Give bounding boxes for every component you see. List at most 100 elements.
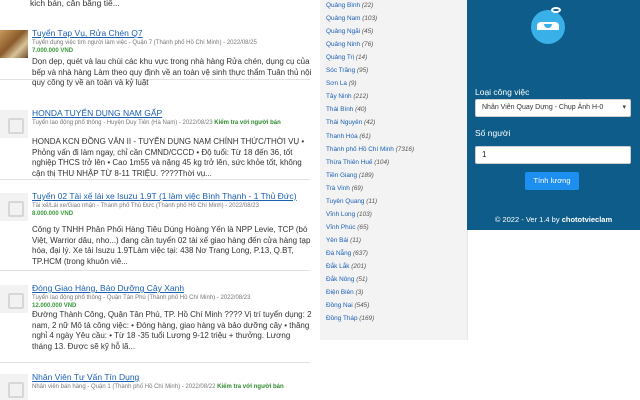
province-count: (637) — [353, 249, 368, 257]
job-type-label: Loại công việc — [475, 87, 530, 97]
province-link[interactable]: Quảng Ninh (76) — [326, 41, 464, 49]
calculate-salary-button[interactable]: Tính lương — [525, 172, 579, 190]
province-link[interactable]: Sơn La (9) — [326, 80, 464, 88]
province-count: (61) — [359, 132, 371, 140]
province-link[interactable]: Quảng Nam (103) — [326, 15, 464, 23]
province-link[interactable]: Trà Vinh (69) — [326, 185, 464, 193]
province-name: Sơn La — [326, 80, 347, 88]
province-link[interactable]: Thành phố Hồ Chí Minh (7316) — [326, 146, 464, 154]
image-placeholder-icon[interactable] — [0, 193, 28, 221]
province-count: (76) — [361, 41, 374, 49]
job-meta: Tuyển lao động phổ thông - Quận Tân Phú … — [32, 295, 251, 301]
province-count: (11) — [350, 236, 362, 244]
province-link[interactable]: Thanh Hóa (61) — [326, 133, 464, 141]
job-item: HONDA TUYỂN DỤNG NAM GẤP Tuyển lao động … — [0, 108, 310, 180]
province-link[interactable]: Điện Biên (3) — [326, 289, 464, 297]
job-item: Đóng Giao Hàng, Bảo Dưỡng Cây Xanh Tuyển… — [0, 283, 312, 363]
job-type-select[interactable]: Nhân Viên Quay Dựng - Chụp Ảnh H-0 ▾ — [475, 99, 631, 117]
province-count: (545) — [354, 302, 370, 310]
footer-brand: chototvieclam — [561, 215, 613, 224]
seller-check-tag: Kiểm tra với người bán — [217, 384, 284, 390]
province-link[interactable]: Đà Nẵng (637) — [326, 250, 464, 258]
province-name: Tuyên Quang — [326, 197, 365, 205]
job-item: Nhân Viên Tư Vấn Tín Dụng Nhân viên bán … — [0, 372, 310, 400]
province-link[interactable]: Đồng Tháp (169) — [326, 315, 464, 323]
job-salary: 8.000.000 VND — [32, 211, 74, 217]
province-name: Tiền Giang — [326, 171, 358, 179]
province-name: Trà Vinh — [326, 184, 350, 192]
seller-check-tag: Kiểm tra với người bán — [214, 120, 281, 126]
province-link[interactable]: Thái Nguyên (42) — [326, 119, 464, 127]
province-name: Đắk Nông — [326, 276, 355, 284]
job-salary: 12.000.000 VND — [32, 303, 77, 309]
province-count: (42) — [364, 119, 376, 127]
province-count: (65) — [357, 223, 369, 231]
job-meta: Tài xế/Lái xe/Giao nhận - Thành phố Thủ … — [32, 203, 259, 209]
province-count: (95) — [356, 67, 369, 75]
job-thumbnail[interactable] — [0, 30, 28, 58]
province-link[interactable]: Tiền Giang (189) — [326, 172, 464, 180]
truncated-text: kich bán, cân bằng tiế... — [30, 0, 120, 8]
province-link[interactable]: Yên Bái (11) — [326, 237, 464, 245]
job-title-link[interactable]: Nhân Viên Tư Vấn Tín Dụng — [32, 372, 139, 382]
chevron-down-icon: ▾ — [622, 104, 626, 111]
province-name: Thành phố Hồ Chí Minh — [326, 145, 394, 153]
province-link[interactable]: Vĩnh Long (103) — [326, 211, 464, 219]
province-link[interactable]: Đắk Nông (51) — [326, 276, 464, 284]
province-name: Thanh Hóa — [326, 132, 358, 140]
province-count: (22) — [361, 2, 374, 9]
province-count: (212) — [353, 93, 369, 101]
province-name: Đồng Tháp — [326, 315, 358, 323]
province-name: Vĩnh Phúc — [326, 223, 356, 231]
job-meta: Tuyển dụng việc tìm người làm việc - Quậ… — [32, 40, 257, 46]
province-count: (14) — [355, 54, 368, 62]
job-meta: Nhân viên bán hàng - Quận 1 (Thành phố H… — [32, 384, 284, 390]
province-link[interactable]: Tuyên Quang (11) — [326, 198, 464, 206]
province-count: (7316) — [395, 145, 415, 153]
province-count: (9) — [348, 80, 357, 88]
province-count: (69) — [351, 184, 363, 192]
province-link[interactable]: Tây Ninh (212) — [326, 93, 464, 101]
province-name: Quảng Trị — [326, 54, 355, 62]
province-link[interactable]: Quảng Bình (22) — [326, 2, 464, 10]
province-link[interactable]: Thái Bình (40) — [326, 106, 464, 114]
province-count: (189) — [358, 171, 374, 179]
province-count: (3) — [355, 289, 364, 297]
province-link[interactable]: Đắk Lắk (201) — [326, 263, 464, 271]
province-count: (45) — [361, 28, 374, 36]
province-name: Thái Nguyên — [326, 119, 363, 127]
province-name: Đắk Lắk — [326, 263, 350, 270]
province-count: (169) — [359, 315, 375, 323]
province-name: Đà Nẵng — [326, 249, 352, 257]
province-list: Quảng Bình (22) Quảng Nam (103) Quảng Ngãi… — [320, 0, 468, 340]
province-link[interactable]: Đồng Nai (545) — [326, 302, 464, 310]
province-link[interactable]: Quảng Trị (14) — [326, 54, 464, 62]
province-name: Vĩnh Long — [326, 210, 356, 218]
job-title-link[interactable]: Đóng Giao Hàng, Bảo Dưỡng Cây Xanh — [32, 283, 184, 293]
province-link[interactable]: Sóc Trăng (95) — [326, 67, 464, 75]
province-count: (40) — [355, 106, 367, 114]
job-description: Dọn dẹp, quét và lau chùi các khu vực tr… — [32, 57, 312, 87]
job-title-link[interactable]: Tuyển 02 Tài xế lái xe Isuzu 1.9T (1 làm… — [32, 191, 297, 201]
province-count: (103) — [362, 15, 378, 23]
job-item: Tuyển 02 Tài xế lái xe Isuzu 1.9T (1 làm… — [0, 191, 310, 271]
province-name: Quảng Ngãi — [326, 28, 361, 36]
job-title-link[interactable]: Tuyển Tạp Vụ, Rửa Chén Q7 — [32, 28, 143, 38]
job-title-link[interactable]: HONDA TUYỂN DỤNG NAM GẤP — [32, 108, 162, 118]
people-count-input[interactable]: 1 — [475, 146, 631, 164]
image-placeholder-icon[interactable] — [0, 110, 28, 138]
province-name: Sóc Trăng — [326, 67, 356, 75]
province-name: Thái Bình — [326, 106, 354, 114]
province-count: (201) — [351, 263, 367, 270]
province-link[interactable]: Quảng Ngãi (45) — [326, 28, 464, 36]
job-description: Công ty TNHH Phân Phối Hàng Tiêu Dùng Ho… — [32, 225, 311, 266]
job-salary: 7.000.000 VND — [32, 48, 74, 54]
people-count-label: Số người — [475, 128, 511, 138]
ninja-knot-icon — [551, 7, 561, 13]
province-name: Quảng Nam — [326, 15, 361, 23]
province-link[interactable]: Thừa Thiên Huế (104) — [326, 159, 464, 167]
province-name: Tây Ninh — [326, 93, 352, 101]
image-placeholder-icon[interactable] — [0, 285, 28, 313]
province-link[interactable]: Vĩnh Phúc (65) — [326, 224, 464, 232]
image-placeholder-icon[interactable] — [0, 374, 28, 400]
